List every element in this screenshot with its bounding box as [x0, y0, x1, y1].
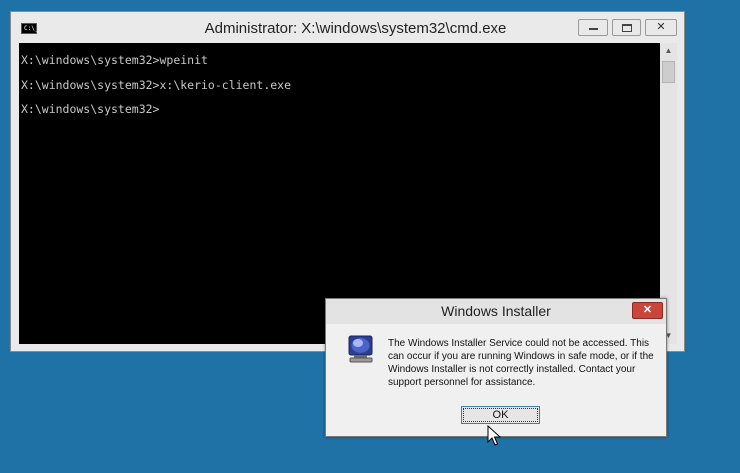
maximize-button[interactable]	[612, 19, 641, 36]
mouse-pointer-icon	[487, 425, 501, 446]
minimize-icon	[589, 28, 598, 30]
close-icon: ✕	[642, 304, 653, 316]
close-icon: ✕	[656, 21, 666, 33]
console-line: X:\windows\system32>wpeinit	[21, 53, 208, 67]
maximize-icon	[622, 24, 632, 32]
windows-installer-dialog[interactable]: Windows Installer ✕ The Windows Installe…	[325, 298, 667, 437]
scroll-up-arrow-icon[interactable]: ▲	[660, 43, 677, 59]
ok-button[interactable]: OK	[461, 406, 540, 424]
windows-installer-icon	[348, 335, 373, 363]
minimize-button[interactable]	[578, 19, 608, 36]
dialog-close-button[interactable]: ✕	[632, 302, 663, 319]
scroll-thumb[interactable]	[662, 61, 675, 83]
close-button[interactable]: ✕	[645, 19, 677, 36]
dialog-title: Windows Installer	[441, 303, 551, 319]
dialog-body: The Windows Installer Service could not …	[333, 324, 659, 431]
dialog-titlebar[interactable]: Windows Installer ✕	[326, 299, 666, 324]
console-line: X:\windows\system32>	[21, 102, 160, 116]
dialog-message: The Windows Installer Service could not …	[388, 338, 654, 388]
cmd-titlebar[interactable]: C:\_ Administrator: X:\windows\system32\…	[11, 12, 684, 44]
console-line: X:\windows\system32>x:\kerio-client.exe	[21, 78, 292, 92]
